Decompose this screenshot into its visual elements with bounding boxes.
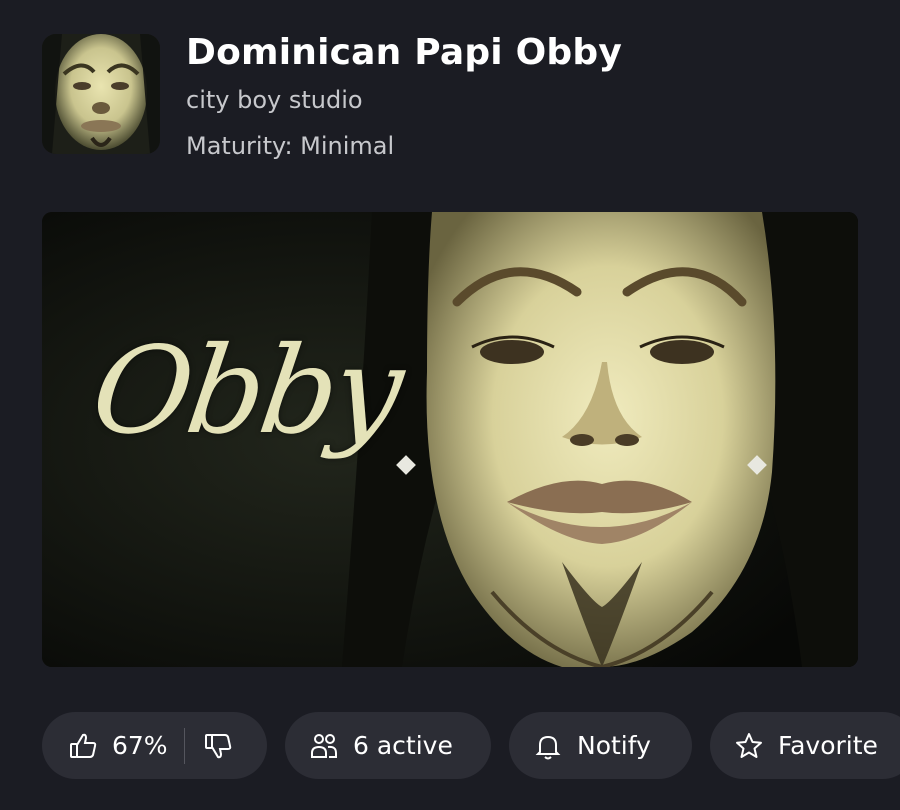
thumbs-up-icon[interactable] [68, 731, 98, 761]
action-bar: 67% 6 active Notify Favorite [42, 712, 900, 779]
thumbnail-face-image [42, 34, 160, 154]
users-icon [309, 731, 339, 761]
experience-hero-image[interactable]: Obby [42, 212, 858, 667]
favorite-button[interactable]: Favorite [710, 712, 900, 779]
experience-title: Dominican Papi Obby [186, 32, 622, 73]
creator-link[interactable]: city boy studio [186, 85, 622, 115]
thumbs-down-icon[interactable] [203, 731, 233, 761]
active-players-button[interactable]: 6 active [285, 712, 491, 779]
experience-thumbnail[interactable] [42, 34, 160, 154]
bell-icon [533, 731, 563, 761]
experience-meta: Dominican Papi Obby city boy studio Matu… [186, 31, 622, 161]
favorite-label: Favorite [778, 731, 878, 760]
experience-page: Dominican Papi Obby city boy studio Matu… [0, 0, 900, 810]
active-count: 6 active [353, 731, 453, 760]
like-percentage: 67% [112, 731, 168, 760]
hero-logo-text: Obby [84, 322, 408, 461]
vote-pill: 67% [42, 712, 267, 779]
notify-label: Notify [577, 731, 651, 760]
notify-button[interactable]: Notify [509, 712, 692, 779]
experience-header: Dominican Papi Obby city boy studio Matu… [42, 31, 622, 161]
maturity-label: Maturity: Minimal [186, 132, 395, 160]
vote-divider [183, 727, 185, 764]
star-icon [734, 731, 764, 761]
